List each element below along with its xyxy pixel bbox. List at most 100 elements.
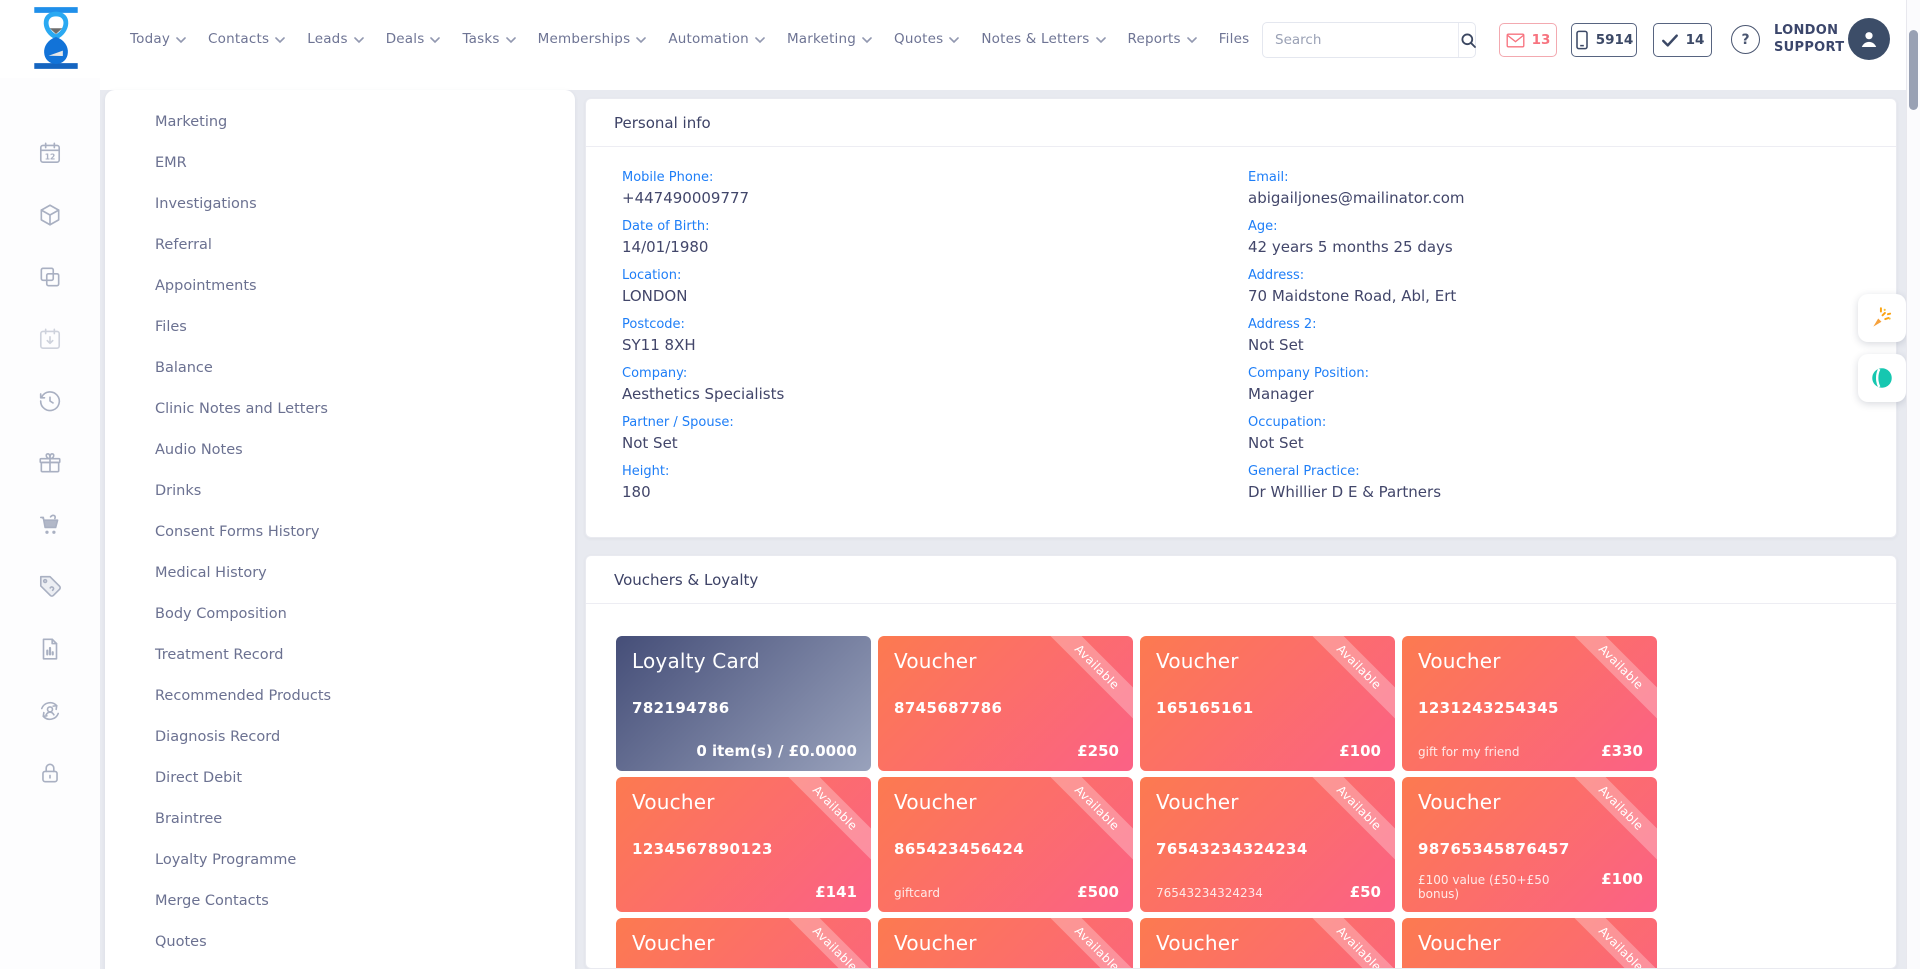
help-icon[interactable]: ? [1731, 25, 1760, 54]
nav-item-automation[interactable]: Automation [668, 31, 765, 47]
sidebar-item-balance[interactable]: Balance [105, 348, 575, 389]
sidebar-item-merge-contacts[interactable]: Merge Contacts [105, 881, 575, 922]
sidebar-item-consent-forms-history[interactable]: Consent Forms History [105, 512, 575, 553]
tag-icon[interactable] [37, 574, 63, 600]
field-label: Company Position: [1248, 365, 1868, 382]
nav-item-reports[interactable]: Reports [1128, 31, 1197, 47]
ribbon-label: Available [1557, 918, 1657, 969]
report-icon[interactable] [37, 636, 63, 662]
field-label: Address 2: [1248, 316, 1868, 333]
nav-item-quotes[interactable]: Quotes [894, 31, 959, 47]
sidebar-item-referral[interactable]: Referral [105, 225, 575, 266]
sidebar-item-drinks[interactable]: Drinks [105, 471, 575, 512]
global-search [1262, 22, 1476, 58]
calendar-import-icon[interactable] [37, 326, 63, 352]
voucher-card-partial[interactable]: Voucher Available [1402, 918, 1657, 969]
voucher-title: Voucher [632, 931, 715, 955]
voucher-title: Voucher [1418, 790, 1501, 814]
available-ribbon: Available [761, 777, 871, 887]
nav-item-leads[interactable]: Leads [307, 31, 363, 47]
voucher-note: £100 value (£50+£50 bonus) [1418, 873, 1593, 901]
search-icon[interactable] [1458, 23, 1478, 57]
nav-item-files[interactable]: Files [1219, 31, 1250, 47]
avatar[interactable] [1848, 18, 1890, 60]
voucher-card-partial[interactable]: Voucher Available [616, 918, 871, 969]
voucher-title: Voucher [894, 649, 977, 673]
svg-text:12: 12 [45, 153, 56, 162]
cart-icon[interactable] [37, 512, 63, 538]
nav-item-marketing[interactable]: Marketing [787, 31, 872, 47]
field-group: Age: 42 years 5 months 25 days [1248, 218, 1868, 258]
lock-icon[interactable] [37, 760, 63, 786]
gift-icon[interactable] [37, 450, 63, 476]
field-group: Height: 180 [622, 463, 1248, 503]
sidebar-item-direct-debit[interactable]: Direct Debit [105, 758, 575, 799]
voucher-note: 76543234324234 [1156, 886, 1263, 900]
contact-sync-icon[interactable] [37, 698, 63, 724]
field-value: abigailjones@mailinator.com [1248, 188, 1868, 209]
ribbon-label: Available [1557, 777, 1657, 872]
nav-item-today[interactable]: Today [130, 31, 186, 47]
nav-item-contacts[interactable]: Contacts [208, 31, 285, 47]
field-group: Company Position: Manager [1248, 365, 1868, 405]
field-group: Postcode: SY11 8XH [622, 316, 1248, 356]
field-value: Not Set [622, 433, 1248, 454]
sidebar-item-quotes[interactable]: Quotes [105, 922, 575, 963]
voucher-card-partial[interactable]: Voucher Available [1140, 918, 1395, 969]
sidebar-item-treatment-record[interactable]: Treatment Record [105, 635, 575, 676]
sidebar-item-medical-history[interactable]: Medical History [105, 553, 575, 594]
sidebar-item-appointments[interactable]: Appointments [105, 266, 575, 307]
voucher-card[interactable]: Voucher Available 8745687786 £250 [878, 636, 1133, 771]
voucher-card[interactable]: Voucher Available 865423456424 giftcard … [878, 777, 1133, 912]
voucher-card[interactable]: Voucher Available 76543234324234 7654323… [1140, 777, 1395, 912]
ribbon-label: Available [1033, 918, 1133, 969]
nav-item-memberships[interactable]: Memberships [538, 31, 647, 47]
sidebar-item-diagnosis-record[interactable]: Diagnosis Record [105, 717, 575, 758]
field-value: LONDON [622, 286, 1248, 307]
sidebar-item-emr[interactable]: EMR [105, 143, 575, 184]
voucher-card-partial[interactable]: Voucher Available [878, 918, 1133, 969]
mail-icon [1506, 33, 1525, 48]
sidebar-item-braintree[interactable]: Braintree [105, 799, 575, 840]
voucher-title: Voucher [1156, 790, 1239, 814]
chat-button[interactable] [1858, 354, 1906, 402]
sidebar-item-audio-notes[interactable]: Audio Notes [105, 430, 575, 471]
scrollbar-thumb[interactable] [1909, 30, 1918, 110]
calendar-icon[interactable]: 12 [37, 140, 63, 166]
loyalty-card[interactable]: Loyalty Card 782194786 0 item(s) / £0.00… [616, 636, 871, 771]
app-logo-hourglass-icon[interactable] [26, 6, 86, 70]
mail-badge[interactable]: 13 [1499, 23, 1557, 57]
chat-icon [1869, 365, 1895, 391]
field-value: 42 years 5 months 25 days [1248, 237, 1868, 258]
whats-new-button[interactable] [1858, 294, 1906, 342]
history-icon[interactable] [37, 388, 63, 414]
field-label: General Practice: [1248, 463, 1868, 480]
nav-item-notes-letters[interactable]: Notes & Letters [981, 31, 1105, 47]
sidebar-item-body-composition[interactable]: Body Composition [105, 594, 575, 635]
copy-icon[interactable] [37, 264, 63, 290]
field-label: Location: [622, 267, 1248, 284]
voucher-card[interactable]: Voucher Available 1234567890123 £141 [616, 777, 871, 912]
search-input[interactable] [1263, 23, 1458, 57]
nav-item-tasks[interactable]: Tasks [462, 31, 515, 47]
tasks-badge[interactable]: 14 [1653, 23, 1712, 57]
sidebar-item-clinic-notes-and-letters[interactable]: Clinic Notes and Letters [105, 389, 575, 430]
package-icon[interactable] [37, 202, 63, 228]
sidebar-item-marketing[interactable]: Marketing [105, 102, 575, 143]
voucher-title: Voucher [894, 931, 977, 955]
main-nav: Today Contacts Leads Deals Tasks Members… [130, 0, 1249, 78]
phone-badge[interactable]: 5914 [1571, 23, 1637, 57]
content-area: 12 MarketingEMRInvestigationsReferralApp… [0, 78, 1920, 969]
sidebar-item-investigations[interactable]: Investigations [105, 184, 575, 225]
voucher-amount: £100 [1601, 870, 1643, 888]
voucher-card[interactable]: Voucher Available 1231243254345 gift for… [1402, 636, 1657, 771]
voucher-amount: £330 [1601, 742, 1643, 760]
ribbon-label: Available [1295, 636, 1395, 731]
voucher-card[interactable]: Voucher Available 165165161 £100 [1140, 636, 1395, 771]
field-group: Mobile Phone: +447490009777 [622, 169, 1248, 209]
sidebar-item-recommended-products[interactable]: Recommended Products [105, 676, 575, 717]
sidebar-item-files[interactable]: Files [105, 307, 575, 348]
sidebar-item-loyalty-programme[interactable]: Loyalty Programme [105, 840, 575, 881]
voucher-card[interactable]: Voucher Available 98765345876457 £100 va… [1402, 777, 1657, 912]
nav-item-deals[interactable]: Deals [386, 31, 441, 47]
